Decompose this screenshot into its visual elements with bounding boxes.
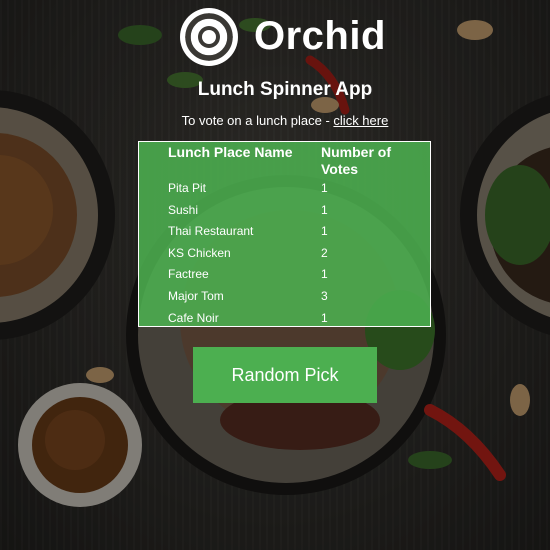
brand-name: Orchid (254, 14, 386, 58)
page-title: Lunch Spinner App (197, 79, 373, 100)
place-name: Major Tom (168, 288, 224, 303)
vote-count: 2 (321, 245, 328, 260)
table-row: Sushi 1 (139, 200, 430, 222)
table-row: KS Chicken 2 (139, 243, 430, 265)
table-row: Pita Pit 1 (139, 178, 430, 200)
vote-count: 1 (321, 267, 328, 282)
table-row: Factree 1 (139, 264, 430, 286)
column-header-name: Lunch Place Name (168, 144, 293, 160)
vote-instruction: To vote on a lunch place - click here (0, 113, 550, 129)
table-row: Cafe Noir 1 (139, 308, 430, 330)
column-header-votes: Number of Votes (321, 144, 391, 177)
table-row: Thai Restaurant 1 (139, 221, 430, 243)
vote-count: 1 (321, 181, 328, 195)
votes-table: Lunch Place Name Number of Votes Pita Pi… (138, 141, 431, 327)
place-name: Cafe Noir (168, 310, 219, 325)
vote-count: 3 (321, 288, 328, 303)
vote-prompt-text: To vote on a lunch place - (181, 113, 334, 128)
place-name: Thai Restaurant (168, 224, 254, 239)
place-name: Factree (168, 267, 209, 282)
place-name: KS Chicken (168, 245, 231, 260)
vote-count: 1 (321, 224, 328, 239)
place-name: Pita Pit (168, 181, 207, 195)
place-name: Sushi (168, 202, 199, 217)
vote-count: 1 (321, 310, 328, 325)
orchid-logo-icon (180, 8, 238, 66)
random-pick-button[interactable]: Random Pick (193, 347, 377, 403)
vote-count: 1 (321, 202, 328, 217)
vote-link[interactable]: click here (333, 113, 388, 128)
table-row: Major Tom 3 (139, 286, 430, 308)
table-header-row: Lunch Place Name Number of Votes (139, 142, 430, 178)
orchid-logo: Orchid (178, 6, 398, 66)
